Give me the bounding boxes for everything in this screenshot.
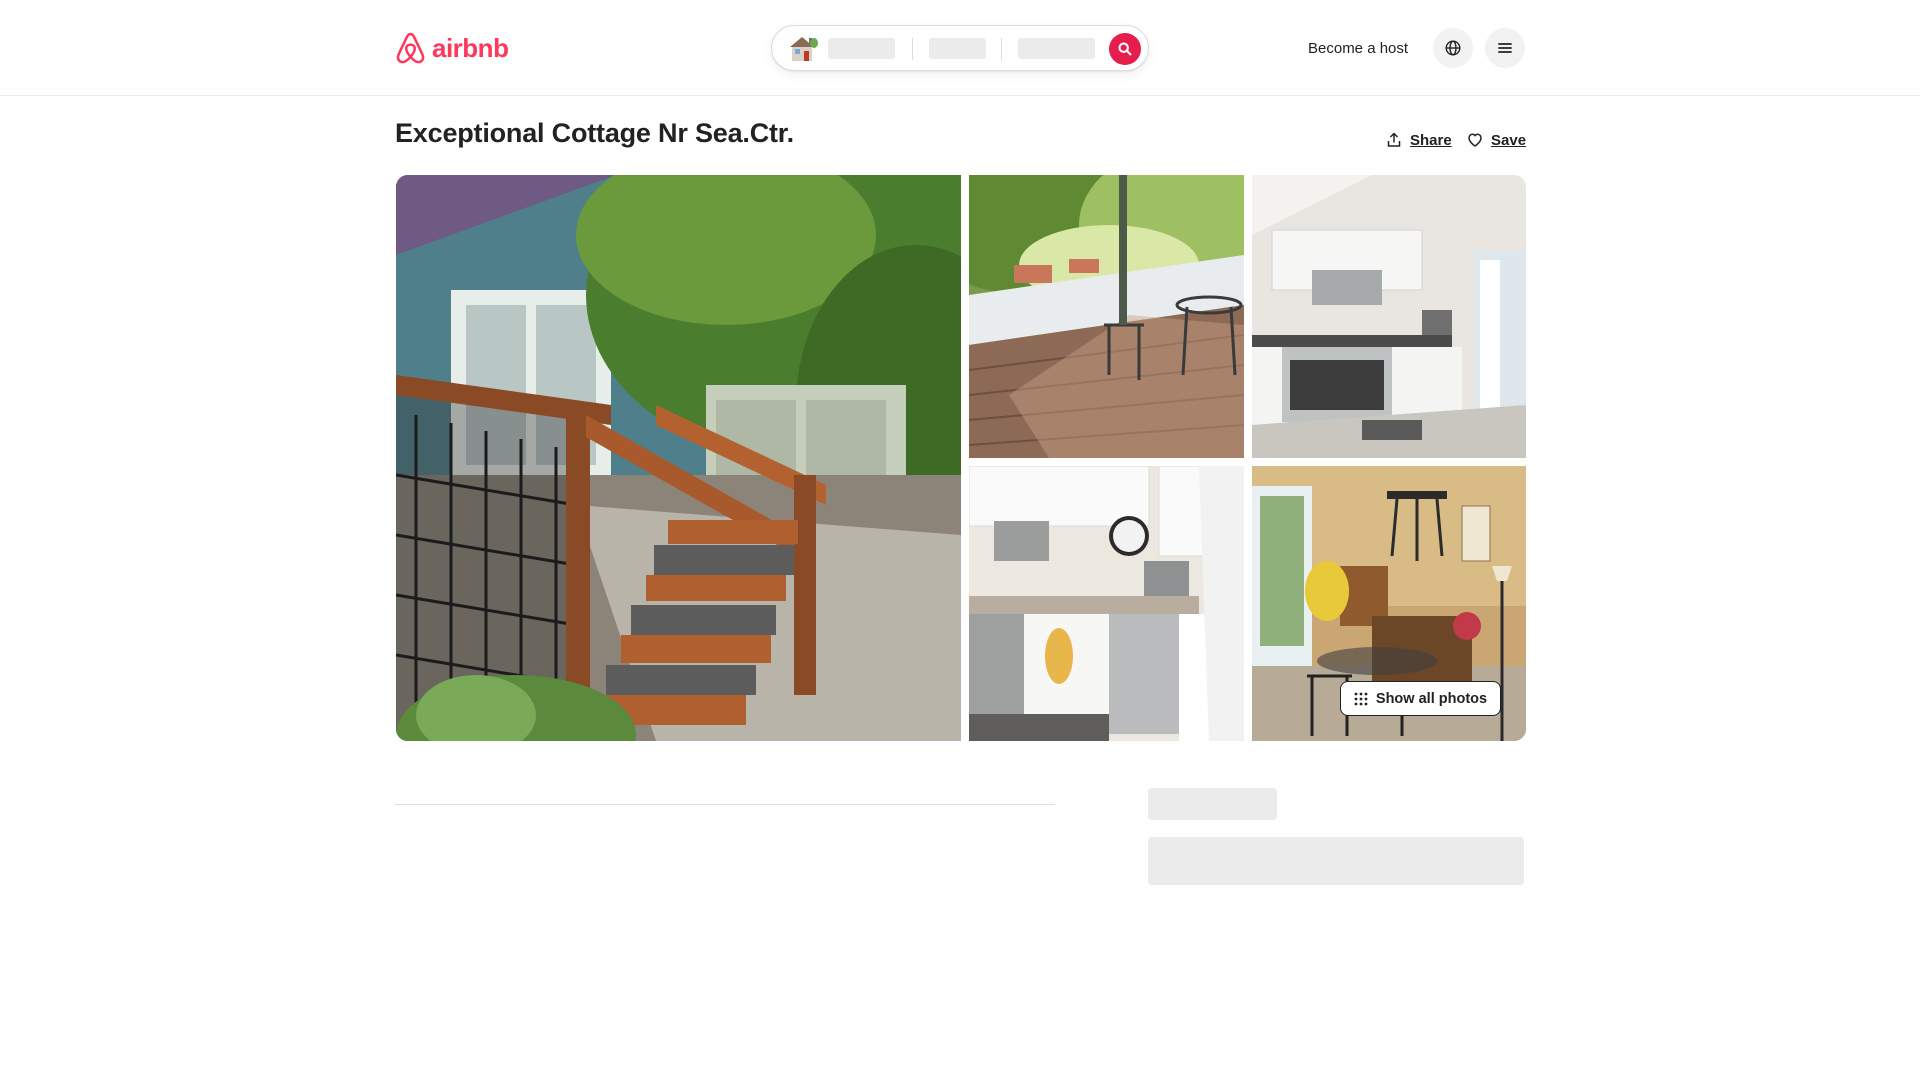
show-all-photos-button[interactable]: Show all photos	[1340, 681, 1501, 716]
search-icon	[1118, 42, 1132, 56]
search-location-skeleton	[828, 38, 895, 59]
listing-photo-kitchen[interactable]	[1252, 175, 1526, 458]
share-icon	[1387, 132, 1401, 147]
hamburger-menu-icon	[1498, 43, 1512, 53]
search-dates-skeleton	[929, 38, 986, 59]
listing-photo-deck[interactable]	[969, 175, 1244, 458]
photo-deck-image	[969, 175, 1244, 458]
grid-dots-icon	[1354, 692, 1368, 705]
section-divider	[395, 804, 1055, 805]
airbnb-wordmark: airbnb	[432, 32, 509, 63]
search-guests-skeleton	[1018, 38, 1095, 59]
language-button[interactable]	[1433, 28, 1473, 68]
listing-photo-kitchen-sink[interactable]	[969, 466, 1244, 741]
photo-stairs-image	[396, 175, 961, 741]
airbnb-logo[interactable]: airbnb	[395, 31, 509, 65]
save-label: Save	[1491, 131, 1527, 149]
top-nav: airbnb Become a host	[0, 0, 1920, 96]
price-skeleton	[1148, 788, 1277, 820]
search-bar[interactable]	[771, 25, 1149, 71]
listing-title: Exceptional Cottage Nr Sea.Ctr.	[395, 118, 794, 148]
heart-icon	[1468, 133, 1482, 147]
photo-kitchen-image	[1252, 175, 1526, 458]
search-divider	[912, 38, 913, 60]
search-divider	[1001, 38, 1002, 60]
main-menu-button[interactable]	[1485, 28, 1525, 68]
become-a-host-link[interactable]: Become a host	[1296, 30, 1420, 66]
search-button[interactable]	[1109, 33, 1141, 65]
house-icon	[790, 37, 818, 61]
airbnb-logo-icon	[396, 32, 425, 64]
show-all-photos-label: Show all photos	[1375, 690, 1488, 707]
globe-icon	[1445, 40, 1461, 56]
listing-photo-main[interactable]	[396, 175, 961, 741]
save-button[interactable]: Save	[1467, 127, 1526, 153]
photo-gallery	[396, 175, 1526, 741]
share-button[interactable]: Share	[1386, 127, 1452, 153]
share-label: Share	[1410, 131, 1452, 149]
photo-kitchen-sink-image	[969, 466, 1244, 741]
booking-widget-skeleton	[1148, 837, 1524, 885]
